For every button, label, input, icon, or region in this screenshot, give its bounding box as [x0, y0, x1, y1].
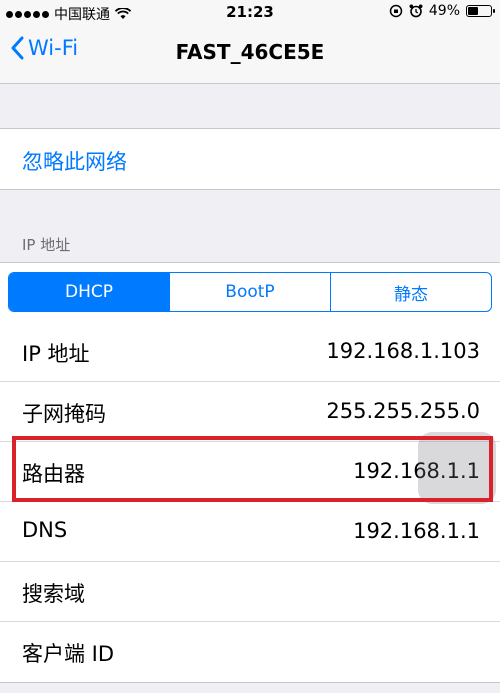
status-right: 49%	[389, 3, 495, 19]
row-value: 192.168.1.103	[326, 339, 480, 363]
ip-section-header: IP 地址	[22, 236, 71, 254]
bottom-section-divider	[0, 682, 500, 693]
touch-indicator	[418, 432, 496, 504]
row-label: IP 地址	[22, 342, 90, 366]
row-client-id[interactable]: 客户端 ID	[0, 622, 500, 682]
segment-static[interactable]: 静态	[330, 273, 491, 311]
ip-details-list: IP 地址 192.168.1.103 子网掩码 255.255.255.0 路…	[0, 322, 500, 692]
segment-bootp[interactable]: BootP	[169, 273, 330, 311]
orientation-lock-icon	[389, 4, 403, 18]
row-search-domain[interactable]: 搜索域	[0, 562, 500, 622]
page-title: FAST_46CE5E	[175, 40, 325, 64]
row-label: 客户端 ID	[22, 642, 115, 666]
status-bar: 中国联通 21:23 49%	[0, 0, 500, 26]
alarm-icon	[409, 4, 423, 18]
navigation-bar: Wi-Fi FAST_46CE5E	[0, 26, 500, 84]
row-label: DNS	[22, 518, 68, 542]
ip-mode-segmented-control: DHCP BootP 静态	[8, 272, 492, 312]
battery-percent: 49%	[428, 3, 460, 19]
battery-icon	[466, 5, 495, 17]
forget-network-cell[interactable]: 忽略此网络	[0, 128, 500, 190]
row-label: 搜索域	[22, 582, 85, 606]
forget-network-button[interactable]: 忽略此网络	[22, 146, 127, 176]
segment-dhcp[interactable]: DHCP	[9, 273, 169, 311]
row-label: 路由器	[22, 462, 85, 486]
battery-fill	[468, 7, 479, 15]
row-ip-address: IP 地址 192.168.1.103	[0, 322, 500, 382]
ip-mode-container: DHCP BootP 静态	[0, 262, 500, 322]
row-value: 192.168.1.1	[353, 519, 480, 543]
row-dns[interactable]: DNS 192.168.1.1	[0, 502, 500, 562]
row-label: 子网掩码	[22, 402, 106, 426]
row-value: 255.255.255.0	[326, 399, 480, 423]
